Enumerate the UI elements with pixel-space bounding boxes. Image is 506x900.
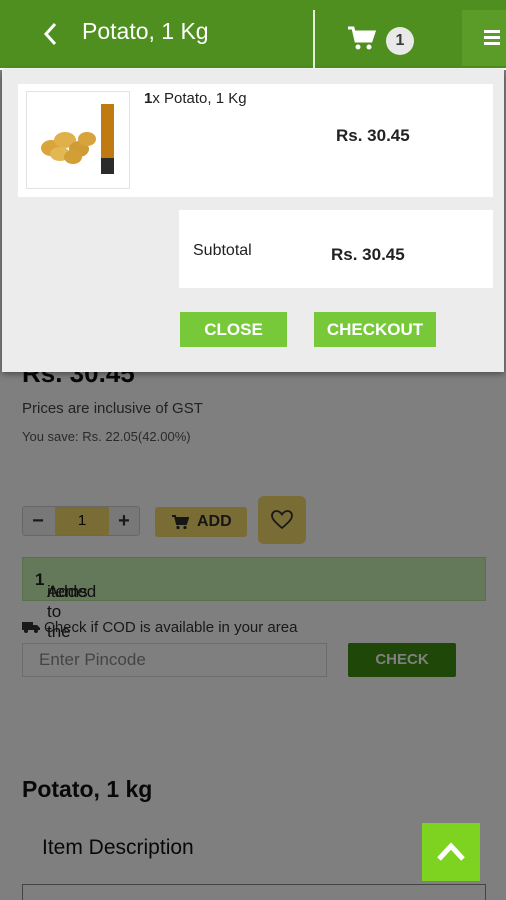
cart-icon — [348, 26, 377, 50]
scroll-to-top-button[interactable] — [422, 823, 480, 881]
subtotal-card: Subtotal Rs. 30.45 — [179, 210, 493, 288]
chevron-up-icon — [437, 842, 465, 861]
cart-item: 1x Potato, 1 Kg Rs. 30.45 — [18, 84, 493, 197]
subtotal-label: Subtotal — [193, 242, 252, 259]
cart-item-title: 1x Potato, 1 Kg — [144, 90, 247, 107]
product-thumbnail — [26, 91, 130, 189]
header-divider — [313, 10, 315, 68]
menu-icon — [484, 30, 500, 33]
back-button[interactable] — [38, 14, 66, 54]
chevron-left-icon — [43, 22, 57, 46]
cart-popup: 1x Potato, 1 Kg Rs. 30.45 Subtotal Rs. 3… — [2, 70, 504, 372]
cart-item-price: Rs. 30.45 — [336, 126, 410, 145]
app-header: Potato, 1 Kg 1 — [0, 0, 506, 68]
page-title: Potato, 1 Kg — [82, 18, 209, 44]
checkout-button[interactable]: CHECKOUT — [314, 312, 436, 347]
subtotal-value: Rs. 30.45 — [331, 245, 405, 264]
menu-button[interactable] — [462, 10, 506, 66]
cart-count-badge: 1 — [386, 27, 414, 55]
cart-button[interactable] — [346, 24, 378, 52]
close-button[interactable]: CLOSE — [180, 312, 287, 347]
potato-image — [41, 104, 114, 174]
